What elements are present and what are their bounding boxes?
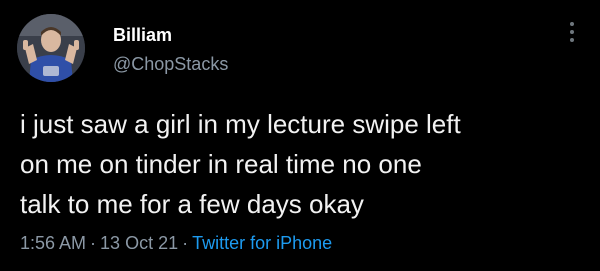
more-vertical-icon[interactable]	[566, 22, 578, 48]
tweet-date[interactable]: 13 Oct 21	[100, 233, 178, 253]
tweet-text-line: i just saw a girl in my lecture swipe le…	[20, 109, 461, 139]
tweet-text-line: on me on tinder in real time no one	[20, 149, 422, 179]
meta-separator: ·	[90, 233, 97, 253]
avatar[interactable]	[17, 14, 85, 82]
tweet-card: Billiam @ChopStacks i just saw a girl in…	[0, 0, 600, 271]
tweet-source-link[interactable]: Twitter for iPhone	[192, 233, 332, 253]
tweet-text-line: talk to me for a few days okay	[20, 189, 364, 219]
meta-separator: ·	[182, 233, 189, 253]
tweet-meta: 1:56 AM · 13 Oct 21 · Twitter for iPhone	[20, 233, 332, 254]
tweet-time[interactable]: 1:56 AM	[20, 233, 86, 253]
tweet-text: i just saw a girl in my lecture swipe le…	[20, 104, 590, 224]
display-name[interactable]: Billiam	[113, 25, 172, 46]
avatar-image	[17, 14, 85, 82]
user-handle[interactable]: @ChopStacks	[113, 54, 228, 75]
